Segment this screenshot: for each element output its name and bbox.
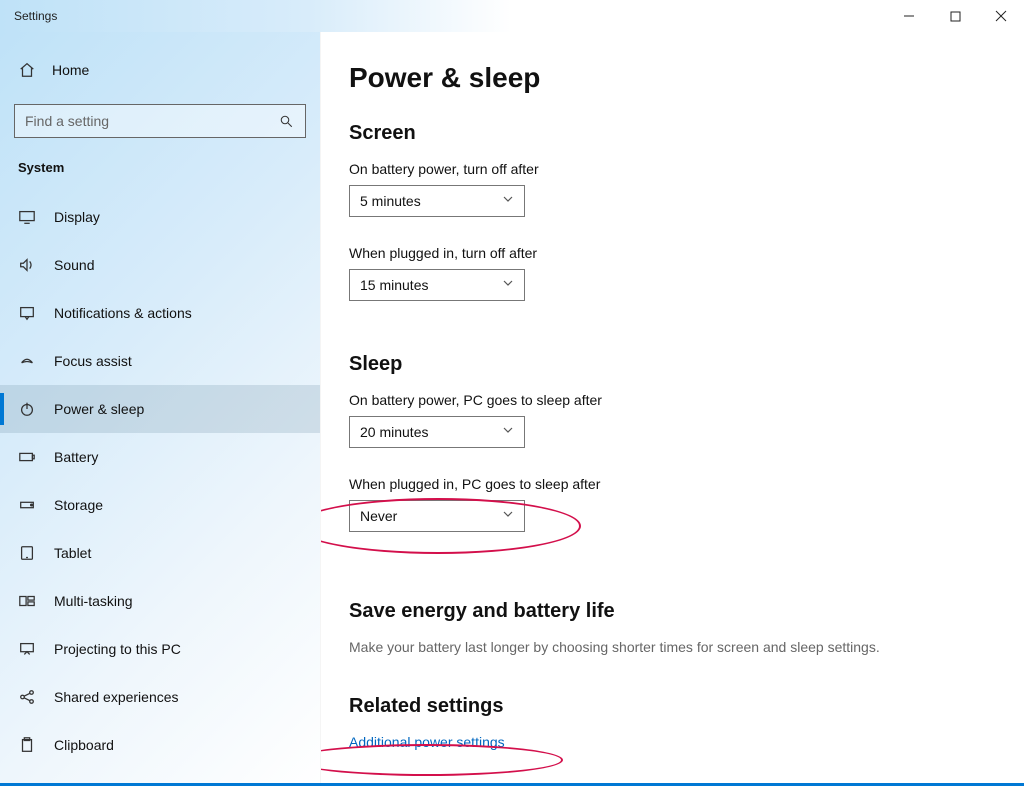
main-content: Power & sleep Screen On battery power, t… [320,32,1024,786]
sidebar-item-projecting[interactable]: Projecting to this PC [0,625,320,673]
focus-assist-icon [18,352,36,370]
section-heading-screen: Screen [349,122,984,145]
sidebar-item-sound[interactable]: Sound [0,241,320,289]
home-icon [18,61,36,79]
sidebar-item-label: Tablet [54,545,91,561]
save-energy-description: Make your battery last longer by choosin… [349,639,984,655]
screen-plugged-dropdown[interactable]: 15 minutes [349,269,525,301]
chevron-down-icon [502,192,514,210]
nav-list: Display Sound Notifications & actions Fo… [0,193,320,769]
screen-plugged-label: When plugged in, turn off after [349,245,984,261]
additional-power-settings-link[interactable]: Additional power settings [349,734,984,750]
sleep-battery-label: On battery power, PC goes to sleep after [349,392,984,408]
projecting-icon [18,640,36,658]
chevron-down-icon [502,423,514,441]
section-heading-sleep: Sleep [349,353,984,376]
sidebar-item-battery[interactable]: Battery [0,433,320,481]
sidebar-item-clipboard[interactable]: Clipboard [0,721,320,769]
sidebar-item-tablet[interactable]: Tablet [0,529,320,577]
sleep-plugged-label: When plugged in, PC goes to sleep after [349,476,984,492]
storage-icon [18,496,36,514]
sidebar: Home Find a setting System Display Sound [0,32,320,786]
window-controls [886,0,1024,32]
sleep-plugged-dropdown[interactable]: Never [349,500,525,532]
sidebar-item-notifications[interactable]: Notifications & actions [0,289,320,337]
sidebar-item-label: Storage [54,497,103,513]
power-icon [18,400,36,418]
nav-home-label: Home [52,62,89,78]
multitasking-icon [18,592,36,610]
sleep-plugged-value: Never [360,508,397,524]
sidebar-item-storage[interactable]: Storage [0,481,320,529]
clipboard-icon [18,736,36,754]
display-icon [18,208,36,226]
titlebar: Settings [0,0,1024,32]
sidebar-item-label: Sound [54,257,94,273]
sound-icon [18,256,36,274]
sidebar-item-shared-experiences[interactable]: Shared experiences [0,673,320,721]
search-placeholder: Find a setting [25,113,109,129]
section-heading-related: Related settings [349,695,984,718]
sidebar-section-label: System [0,160,320,175]
sidebar-item-focus-assist[interactable]: Focus assist [0,337,320,385]
screen-battery-dropdown[interactable]: 5 minutes [349,185,525,217]
sidebar-item-label: Shared experiences [54,689,179,705]
close-button[interactable] [978,0,1024,32]
sidebar-item-label: Battery [54,449,98,465]
sidebar-item-multitasking[interactable]: Multi-tasking [0,577,320,625]
sleep-battery-value: 20 minutes [360,424,428,440]
sidebar-item-label: Focus assist [54,353,132,369]
page-title: Power & sleep [349,62,984,94]
chevron-down-icon [502,507,514,525]
screen-plugged-value: 15 minutes [360,277,428,293]
maximize-button[interactable] [932,0,978,32]
battery-icon [18,448,36,466]
search-input[interactable]: Find a setting [14,104,306,138]
nav-home[interactable]: Home [0,50,320,90]
sidebar-item-label: Clipboard [54,737,114,753]
notifications-icon [18,304,36,322]
tablet-icon [18,544,36,562]
sidebar-item-label: Multi-tasking [54,593,133,609]
search-icon [277,112,295,130]
window-title: Settings [14,9,57,23]
section-heading-save-energy: Save energy and battery life [349,600,984,623]
sidebar-item-label: Power & sleep [54,401,144,417]
chevron-down-icon [502,276,514,294]
sidebar-item-display[interactable]: Display [0,193,320,241]
screen-battery-value: 5 minutes [360,193,421,209]
sleep-battery-dropdown[interactable]: 20 minutes [349,416,525,448]
shared-icon [18,688,36,706]
sidebar-item-label: Notifications & actions [54,305,192,321]
screen-battery-label: On battery power, turn off after [349,161,984,177]
minimize-button[interactable] [886,0,932,32]
sidebar-item-label: Projecting to this PC [54,641,181,657]
sidebar-item-label: Display [54,209,100,225]
sidebar-item-power-sleep[interactable]: Power & sleep [0,385,320,433]
